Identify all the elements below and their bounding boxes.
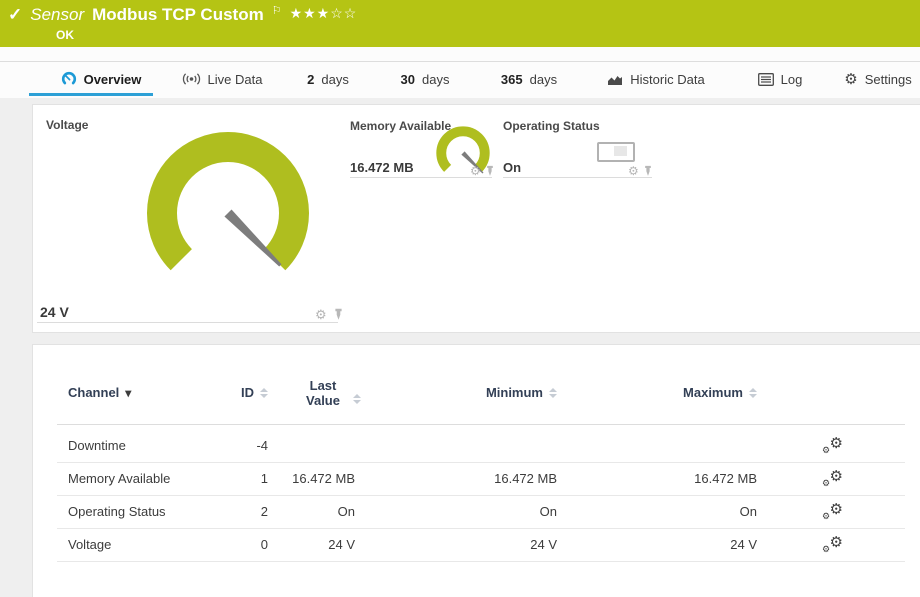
tab-settings[interactable]: ⚙ Settings xyxy=(840,64,916,94)
tab-settings-label: Settings xyxy=(865,72,912,87)
voltage-value: 24 V xyxy=(40,304,69,320)
tab-log-label: Log xyxy=(781,72,803,87)
sensor-page: ✓ Sensor Modbus TCP Custom ⚐ ★★★☆☆ OK Ov… xyxy=(0,0,920,597)
tab-30-days-label: days xyxy=(422,72,449,87)
voltage-gauge xyxy=(143,128,313,298)
operating-pin-icon[interactable] xyxy=(643,165,653,177)
channel-last-value: 24 V xyxy=(328,528,355,561)
voltage-underline xyxy=(37,322,338,323)
ok-check-icon: ✓ xyxy=(8,5,22,25)
status-badge: OK xyxy=(56,28,74,42)
channel-name[interactable]: Memory Available xyxy=(68,462,170,495)
sort-carets-icon xyxy=(260,388,268,398)
column-header-minimum-label: Minimum xyxy=(486,385,543,400)
tab-2-days-number: 2 xyxy=(307,72,314,87)
tab-historic-data[interactable]: Historic Data xyxy=(600,64,712,94)
channel-id: -4 xyxy=(256,429,268,462)
tab-2-days[interactable]: 2 days xyxy=(300,64,356,94)
priority-stars[interactable]: ★★★☆☆ xyxy=(290,5,358,22)
sort-carets-icon xyxy=(549,388,557,398)
tab-overview[interactable]: Overview xyxy=(46,64,156,94)
column-header-minimum[interactable]: Minimum xyxy=(486,385,557,400)
channel-id: 1 xyxy=(261,462,268,495)
channel-last-value: 16.472 MB xyxy=(292,462,355,495)
gauge-icon xyxy=(61,71,77,87)
memory-gauge xyxy=(435,125,491,181)
column-header-last-value[interactable]: Last Value xyxy=(288,378,372,408)
column-header-maximum-label: Maximum xyxy=(683,385,743,400)
memory-underline xyxy=(350,177,492,178)
voltage-pin-icon[interactable] xyxy=(333,308,344,321)
column-header-last-value-label: Last Value xyxy=(299,378,347,408)
row-divider xyxy=(57,528,905,529)
sorted-caret-icon: ▾ xyxy=(125,386,131,400)
channel-name[interactable]: Voltage xyxy=(68,528,111,561)
gauges-panel: Voltage 0 V 24 V 24 V ⚙ Memory Available xyxy=(33,105,920,332)
channel-minimum: 24 V xyxy=(530,528,557,561)
channel-id: 2 xyxy=(261,495,268,528)
channel-settings-icon[interactable]: ⚙⚙ xyxy=(823,503,843,521)
column-header-channel[interactable]: Channel ▾ xyxy=(68,385,131,400)
row-divider xyxy=(57,561,905,562)
channel-last-value: On xyxy=(338,495,355,528)
settings-gear-icon: ⚙ xyxy=(844,72,857,87)
channel-settings-icon[interactable]: ⚙⚙ xyxy=(823,437,843,455)
operating-value: On xyxy=(503,160,521,175)
historic-chart-icon xyxy=(607,73,623,86)
voltage-gear-icon[interactable]: ⚙ xyxy=(315,308,327,321)
tab-overview-label: Overview xyxy=(84,72,142,87)
column-header-id[interactable]: ID xyxy=(241,385,268,400)
tab-live-data-label: Live Data xyxy=(208,72,263,87)
flag-icon[interactable]: ⚐ xyxy=(272,4,282,17)
tab-365-days-number: 365 xyxy=(501,72,523,87)
page-title: Modbus TCP Custom xyxy=(92,5,264,25)
toggle-knob xyxy=(614,146,627,156)
stars-empty: ☆☆ xyxy=(330,5,357,21)
column-header-channel-label: Channel xyxy=(68,385,119,400)
operating-underline xyxy=(503,177,652,178)
memory-value: 16.472 MB xyxy=(350,160,414,175)
tab-2-days-label: days xyxy=(321,72,348,87)
tab-365-days-label: days xyxy=(530,72,557,87)
tab-365-days[interactable]: 365 days xyxy=(493,64,565,94)
tab-historic-data-label: Historic Data xyxy=(630,72,704,87)
channel-maximum: 24 V xyxy=(730,528,757,561)
channel-name[interactable]: Downtime xyxy=(68,429,126,462)
header-divider xyxy=(57,424,905,425)
channel-maximum: On xyxy=(740,495,757,528)
sort-carets-icon xyxy=(353,394,361,404)
tab-log[interactable]: Log xyxy=(750,64,810,94)
stars-filled: ★★★ xyxy=(290,5,331,21)
channel-name[interactable]: Operating Status xyxy=(68,495,166,528)
log-list-icon xyxy=(758,73,774,86)
object-kind-label: Sensor xyxy=(30,5,84,25)
tab-30-days[interactable]: 30 days xyxy=(394,64,456,94)
channels-table-panel: Channel ▾ ID Last Value Minimum Maximum … xyxy=(33,345,920,597)
row-divider xyxy=(57,462,905,463)
column-header-id-label: ID xyxy=(241,385,254,400)
tab-live-data[interactable]: Live Data xyxy=(172,64,272,94)
tab-bar-divider xyxy=(0,61,920,62)
column-header-maximum[interactable]: Maximum xyxy=(683,385,757,400)
sensor-status-header: ✓ Sensor Modbus TCP Custom ⚐ ★★★☆☆ OK xyxy=(0,0,920,47)
memory-pin-icon[interactable] xyxy=(485,165,495,177)
voltage-title: Voltage xyxy=(46,118,88,132)
channel-settings-icon[interactable]: ⚙⚙ xyxy=(823,470,843,488)
live-data-icon xyxy=(182,72,201,86)
tab-30-days-number: 30 xyxy=(401,72,415,87)
channel-minimum: 16.472 MB xyxy=(494,462,557,495)
sort-carets-icon xyxy=(749,388,757,398)
channel-maximum: 16.472 MB xyxy=(694,462,757,495)
operating-title: Operating Status xyxy=(503,119,600,133)
channel-id: 0 xyxy=(261,528,268,561)
channel-minimum: On xyxy=(540,495,557,528)
operating-toggle-indicator xyxy=(597,142,635,162)
channel-settings-icon[interactable]: ⚙⚙ xyxy=(823,536,843,554)
active-tab-underline xyxy=(29,93,153,96)
row-divider xyxy=(57,495,905,496)
